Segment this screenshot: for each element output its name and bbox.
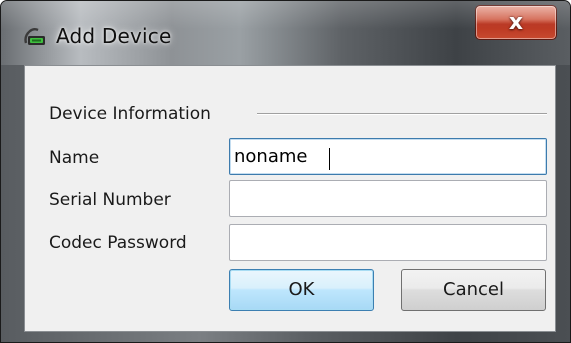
serial-number-label: Serial Number [49, 190, 171, 210]
name-label: Name [49, 148, 100, 168]
close-button[interactable]: x [475, 5, 557, 40]
dialog-body: Device Information Name Serial Number Co… [24, 65, 556, 332]
codec-password-label: Codec Password [49, 233, 187, 253]
ok-button[interactable]: OK [229, 269, 374, 311]
group-divider [257, 113, 547, 115]
add-device-dialog: Add Device x Device Information Name Ser… [0, 0, 571, 343]
title-bar[interactable]: Add Device x [1, 1, 570, 65]
close-icon: x [508, 10, 524, 35]
cancel-button[interactable]: Cancel [401, 269, 546, 311]
codec-password-field[interactable] [229, 224, 547, 261]
text-caret [329, 148, 330, 170]
group-label-device-information: Device Information [49, 104, 211, 124]
name-field[interactable] [229, 138, 547, 175]
window-title: Add Device [56, 24, 172, 48]
green-device-icon [24, 28, 45, 45]
serial-number-field[interactable] [229, 180, 547, 217]
